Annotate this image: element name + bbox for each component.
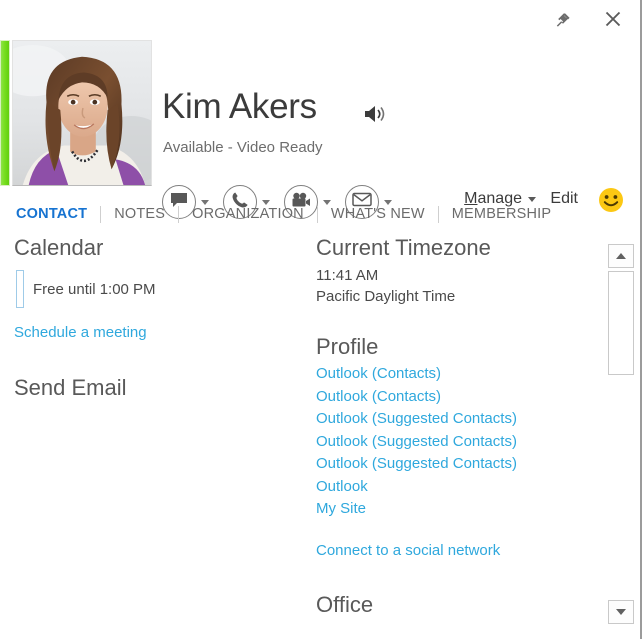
title-bar bbox=[0, 0, 640, 38]
avatar[interactable] bbox=[12, 40, 152, 186]
office-heading: Office bbox=[316, 592, 374, 617]
scrollbar-thumb[interactable] bbox=[608, 271, 634, 375]
list-item[interactable]: Outlook bbox=[316, 476, 591, 499]
tab-notes[interactable]: NOTES bbox=[101, 206, 178, 222]
right-column: Current Timezone 11:41 AM Pacific Daylig… bbox=[316, 234, 591, 619]
list-item[interactable]: Outlook (Contacts) bbox=[316, 363, 591, 386]
schedule-a-meeting-link[interactable]: Schedule a meeting bbox=[14, 322, 304, 345]
calendar-free-busy: Free until 1:00 PM bbox=[14, 270, 304, 308]
scroll-down-button[interactable] bbox=[608, 600, 634, 624]
scroll-up-arrow-icon bbox=[616, 253, 626, 259]
scroll-up-button[interactable] bbox=[608, 244, 634, 268]
contact-header: Kim Akers Available - Video Ready Manage… bbox=[0, 38, 640, 219]
left-column: Calendar Free until 1:00 PM Schedule a m… bbox=[14, 234, 304, 402]
contact-card: Kim Akers Available - Video Ready Manage… bbox=[0, 0, 642, 639]
tab-bar: CONTACT NOTES ORGANIZATION WHAT'S NEW ME… bbox=[0, 197, 640, 231]
list-item[interactable]: Outlook (Contacts) bbox=[316, 386, 591, 409]
timezone-time: 11:41 AM bbox=[316, 267, 379, 284]
close-icon bbox=[604, 10, 622, 28]
connect-social-network-link[interactable]: Connect to a social network bbox=[316, 540, 591, 563]
list-item[interactable]: Outlook (Suggested Contacts) bbox=[316, 453, 591, 476]
send-email-heading[interactable]: Send Email bbox=[14, 374, 304, 402]
free-until-text: Free until 1:00 PM bbox=[33, 280, 156, 298]
contact-name: Kim Akers bbox=[162, 87, 317, 126]
pin-button[interactable] bbox=[548, 6, 578, 32]
avatar-image bbox=[13, 41, 151, 185]
pin-icon bbox=[555, 11, 572, 28]
profile-link-list: Outlook (Contacts) Outlook (Contacts) Ou… bbox=[316, 363, 591, 521]
calendar-heading: Calendar bbox=[14, 235, 104, 260]
profile-heading: Profile bbox=[316, 334, 379, 359]
list-item[interactable]: Outlook (Suggested Contacts) bbox=[316, 431, 591, 454]
list-item[interactable]: My Site bbox=[316, 498, 591, 521]
close-button[interactable] bbox=[598, 6, 628, 32]
vertical-scrollbar[interactable] bbox=[608, 244, 634, 624]
tab-contact[interactable]: CONTACT bbox=[16, 206, 100, 222]
scroll-down-arrow-icon bbox=[616, 609, 626, 615]
tab-membership[interactable]: MEMBERSHIP bbox=[439, 206, 565, 222]
list-item[interactable]: Outlook (Suggested Contacts) bbox=[316, 408, 591, 431]
speaker-icon[interactable] bbox=[362, 103, 388, 125]
tab-organization[interactable]: ORGANIZATION bbox=[179, 206, 317, 222]
tab-whats-new[interactable]: WHAT'S NEW bbox=[318, 206, 438, 222]
current-timezone-heading: Current Timezone bbox=[316, 235, 491, 260]
contact-details: Calendar Free until 1:00 PM Schedule a m… bbox=[0, 234, 640, 639]
timezone-name: Pacific Daylight Time bbox=[316, 288, 456, 305]
presence-indicator-bar bbox=[0, 40, 10, 186]
presence-status-text: Available - Video Ready bbox=[163, 139, 323, 156]
